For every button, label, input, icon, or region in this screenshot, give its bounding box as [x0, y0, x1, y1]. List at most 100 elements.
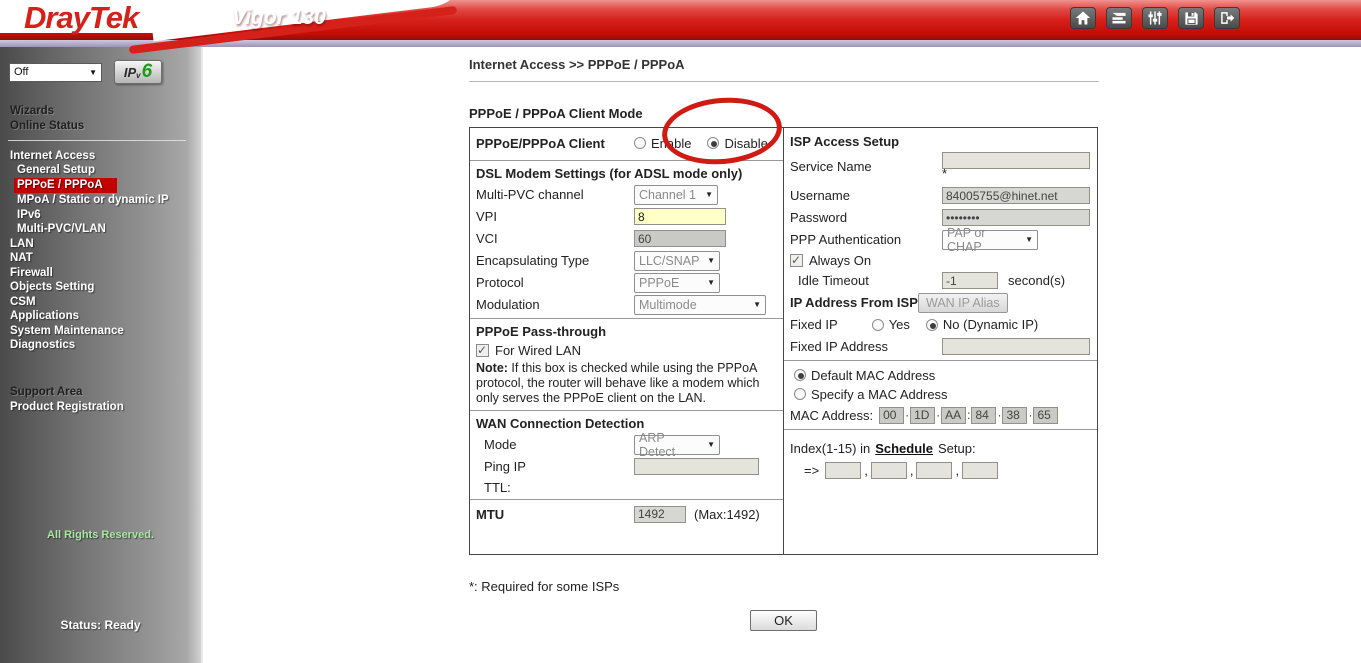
mac-octet-input[interactable] — [910, 407, 935, 424]
wan-detect-title: WAN Connection Detection — [476, 416, 777, 431]
ok-button[interactable]: OK — [750, 610, 817, 631]
model-name: Vigor 130 — [232, 6, 326, 30]
mtu-label: MTU — [476, 507, 634, 522]
separator — [784, 429, 1097, 430]
idle-timeout-input[interactable] — [942, 272, 998, 289]
fixed-ip-yes-radio[interactable] — [872, 319, 884, 331]
sidebar-item-multi-pvc-vlan[interactable]: Multi-PVC/VLAN — [10, 222, 201, 236]
protocol-select[interactable]: PPPoE▼ — [634, 273, 720, 293]
mac-octet-input[interactable] — [1033, 407, 1058, 424]
sidebar-item-objects-setting[interactable]: Objects Setting — [10, 280, 201, 294]
default-mac-radio[interactable] — [794, 369, 806, 381]
specify-mac-radio[interactable] — [794, 388, 806, 400]
sidebar-item-diagnostics[interactable]: Diagnostics — [10, 338, 201, 352]
disable-radio[interactable] — [707, 137, 719, 149]
sidebar-item-general-setup[interactable]: General Setup — [10, 163, 201, 177]
encap-type-select[interactable]: LLC/SNAP▼ — [634, 251, 720, 271]
multi-pvc-label: Multi-PVC channel — [476, 187, 634, 202]
ipv6-mode-value: Off — [14, 66, 28, 78]
separator — [470, 410, 783, 411]
sidebar-item-support-area[interactable]: Support Area — [10, 385, 201, 399]
mac-octet-input[interactable] — [941, 407, 966, 424]
pppoe-passthrough-title: PPPoE Pass-through — [476, 324, 777, 339]
password-label: Password — [790, 210, 942, 225]
sidebar-item-applications[interactable]: Applications — [10, 309, 201, 323]
status-icon[interactable] — [1106, 7, 1132, 29]
multi-pvc-select[interactable]: Channel 1▼ — [634, 185, 718, 205]
sidebar-item-wizards[interactable]: Wizards — [10, 104, 201, 118]
breadcrumb: Internet Access >> PPPoE / PPPoA — [469, 57, 1099, 72]
ping-ip-label: Ping IP — [476, 459, 634, 474]
sidebar-item-lan[interactable]: LAN — [10, 237, 201, 251]
mac-octet-input[interactable] — [971, 407, 996, 424]
sidebar-item-product-registration[interactable]: Product Registration — [10, 400, 201, 414]
modulation-select[interactable]: Multimode▼ — [634, 295, 766, 315]
specify-mac-label: Specify a MAC Address — [811, 387, 948, 402]
idle-timeout-label: Idle Timeout — [790, 273, 942, 288]
schedule-index-input[interactable] — [825, 462, 861, 479]
status-text: Status: Ready — [0, 618, 201, 632]
chevron-down-icon: ▼ — [89, 68, 97, 77]
always-on-label: Always On — [809, 253, 871, 268]
save-icon[interactable] — [1178, 7, 1204, 29]
sliders-icon[interactable] — [1142, 7, 1168, 29]
fixed-ip-address-input[interactable] — [942, 338, 1090, 355]
sidebar-item-pppoe-pppoa[interactable]: PPPoE / PPPoA — [10, 178, 201, 193]
schedule-index-input[interactable] — [962, 462, 998, 479]
wan-mode-select[interactable]: ARP Detect▼ — [634, 435, 720, 455]
enable-radio-label: Enable — [651, 136, 691, 151]
separator — [470, 499, 783, 500]
username-input[interactable] — [942, 187, 1090, 204]
schedule-link[interactable]: Schedule — [875, 441, 933, 456]
logout-icon[interactable] — [1214, 7, 1240, 29]
schedule-index-input[interactable] — [916, 462, 952, 479]
mtu-input[interactable] — [634, 506, 686, 523]
dsl-settings-title: DSL Modem Settings (for ADSL mode only) — [476, 166, 777, 181]
ip-from-isp-label: IP Address From ISP — [790, 295, 918, 310]
mac-address-label: MAC Address: — [790, 408, 873, 423]
default-mac-label: Default MAC Address — [811, 368, 935, 383]
sidebar-item-csm[interactable]: CSM — [10, 295, 201, 309]
header: DrayTek Vigor 130 — [0, 0, 1361, 47]
sidebar-item-online-status[interactable]: Online Status — [10, 119, 201, 133]
sidebar-item-mpoa[interactable]: MPoA / Static or dynamic IP — [10, 193, 201, 207]
ipv6-mode-select[interactable]: Off ▼ — [9, 63, 102, 82]
fixed-ip-label: Fixed IP — [790, 317, 838, 332]
fixed-ip-no-radio[interactable] — [926, 319, 938, 331]
wan-ip-alias-button[interactable]: WAN IP Alias — [918, 293, 1008, 313]
ppp-auth-label: PPP Authentication — [790, 232, 942, 247]
right-column: ISP Access Setup Service Name * Username… — [783, 128, 1097, 554]
sidebar-item-nat[interactable]: NAT — [10, 251, 201, 265]
passthrough-note: Note: If this box is checked while using… — [476, 361, 777, 406]
encap-type-label: Encapsulating Type — [476, 253, 634, 268]
sidebar: Off ▼ IPv6 Wizards Online Status Interne… — [0, 47, 203, 663]
chevron-down-icon: ▼ — [1025, 235, 1033, 244]
sidebar-item-firewall[interactable]: Firewall — [10, 266, 201, 280]
schedule-index-suffix: Setup: — [938, 441, 976, 456]
vci-input[interactable] — [634, 230, 726, 247]
main-area: Internet Access >> PPPoE / PPPoA PPPoE /… — [203, 47, 1361, 663]
sidebar-item-internet-access[interactable]: Internet Access — [10, 149, 201, 163]
vpi-input[interactable] — [634, 208, 726, 225]
enable-radio[interactable] — [634, 137, 646, 149]
separator — [470, 160, 783, 161]
ping-ip-input[interactable] — [634, 458, 759, 475]
ppp-auth-select[interactable]: PAP or CHAP▼ — [942, 230, 1038, 250]
fixed-ip-no-label: No (Dynamic IP) — [943, 317, 1038, 332]
home-icon[interactable] — [1070, 7, 1096, 29]
password-input[interactable] — [942, 209, 1090, 226]
sidebar-item-system-maintenance[interactable]: System Maintenance — [10, 324, 201, 338]
client-label: PPPoE/PPPoA Client — [476, 136, 634, 151]
schedule-index-input[interactable] — [871, 462, 907, 479]
service-name-input[interactable] — [942, 152, 1090, 169]
wired-lan-checkbox[interactable] — [476, 344, 489, 357]
fixed-ip-address-label: Fixed IP Address — [790, 339, 942, 354]
separator — [470, 318, 783, 319]
always-on-checkbox[interactable] — [790, 254, 803, 267]
ipv6-button[interactable]: IPv6 — [114, 60, 162, 84]
sidebar-item-ipv6[interactable]: IPv6 — [10, 208, 201, 222]
mac-octet-input[interactable] — [879, 407, 904, 424]
mac-octet-input[interactable] — [1002, 407, 1027, 424]
disable-radio-label: Disable — [724, 136, 767, 151]
schedule-index-prefix: Index(1-15) in — [790, 441, 870, 456]
